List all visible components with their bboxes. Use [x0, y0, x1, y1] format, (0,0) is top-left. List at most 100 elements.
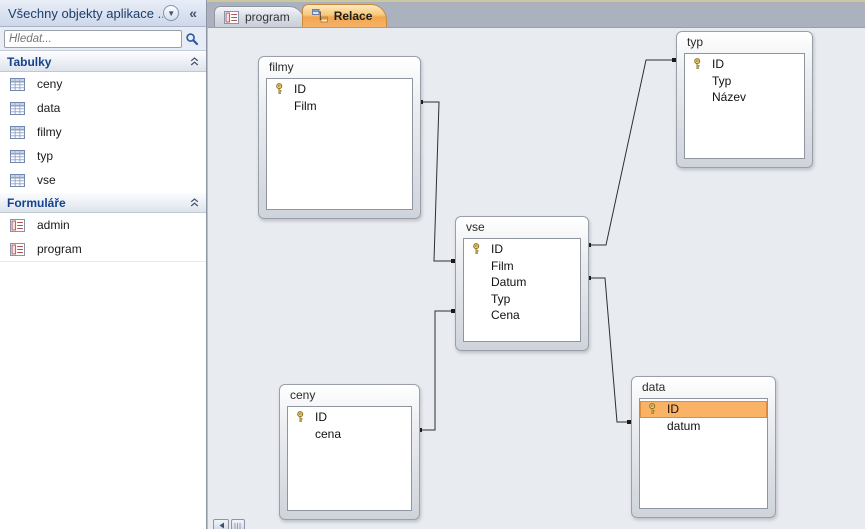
- field-row-cena[interactable]: cena: [288, 426, 411, 443]
- field-name: Datum: [491, 275, 526, 289]
- nav-pane-menu-button[interactable]: ▼: [163, 5, 179, 21]
- field-list: ID Film Datum Typ: [463, 238, 581, 342]
- key-icon: [294, 411, 307, 423]
- relationships-canvas[interactable]: filmy ID Film typ: [207, 27, 865, 529]
- field-row-film[interactable]: Film: [267, 98, 412, 115]
- field-row-id[interactable]: ID: [267, 81, 412, 98]
- form-icon: [10, 219, 25, 232]
- navigation-pane: Všechny objekty aplikace ... ▼ « Tabulky: [0, 0, 207, 529]
- table-box-filmy[interactable]: filmy ID Film: [258, 56, 421, 219]
- relationship-line-ceny-vse: [420, 311, 455, 430]
- table-box-ceny[interactable]: ceny ID cena: [279, 384, 420, 520]
- field-name: cena: [315, 427, 341, 441]
- field-name: Film: [491, 259, 514, 273]
- tab-label: program: [245, 10, 290, 24]
- field-list: ID datum: [639, 398, 768, 509]
- table-icon: [10, 174, 25, 187]
- table-icon: [10, 78, 25, 91]
- field-list: ID cena: [287, 406, 412, 511]
- sidebar-item-label: ceny: [37, 77, 62, 91]
- sidebar-item-data[interactable]: data: [0, 96, 206, 120]
- table-icon: [10, 102, 25, 115]
- field-list: ID Film: [266, 78, 413, 210]
- sidebar-item-label: data: [37, 101, 60, 115]
- field-row-datum[interactable]: Datum: [464, 274, 580, 291]
- nav-pane-empty-area: [0, 261, 206, 529]
- field-row-id-selected[interactable]: ID: [640, 401, 767, 418]
- tab-label: Relace: [334, 9, 373, 23]
- relationship-line-filmy-vse: [421, 102, 455, 261]
- group-label: Tabulky: [7, 55, 190, 69]
- field-name: Typ: [712, 74, 731, 88]
- search-bar: [0, 27, 206, 51]
- table-box-title[interactable]: ceny: [280, 385, 419, 404]
- sidebar-item-label: vse: [37, 173, 56, 187]
- field-name: datum: [667, 419, 700, 433]
- nav-pane-title: Všechny objekty aplikace ...: [8, 6, 163, 21]
- sidebar-item-program[interactable]: program: [0, 237, 206, 261]
- tab-relace[interactable]: Relace: [302, 4, 388, 27]
- document-tab-strip: program Relace: [207, 0, 865, 27]
- table-icon: [10, 126, 25, 139]
- field-name: Film: [294, 99, 317, 113]
- group-header-tabulky[interactable]: Tabulky: [0, 51, 206, 72]
- table-box-vse[interactable]: vse ID Film Datum: [455, 216, 589, 351]
- collapse-pane-button[interactable]: «: [185, 5, 201, 21]
- field-row-id[interactable]: ID: [288, 409, 411, 426]
- sidebar-item-label: filmy: [37, 125, 62, 139]
- relationship-line-typ-vse: [589, 60, 676, 245]
- table-box-title[interactable]: vse: [456, 217, 588, 236]
- table-icon: [10, 150, 25, 163]
- scrollbar-thumb[interactable]: [231, 519, 245, 529]
- field-row-datum[interactable]: datum: [640, 418, 767, 435]
- relationship-line-vse-data: [589, 278, 631, 422]
- group-label: Formuláře: [7, 196, 190, 210]
- chevrons-up-icon[interactable]: [190, 198, 199, 207]
- scroll-left-button[interactable]: [213, 519, 229, 529]
- tab-program[interactable]: program: [214, 6, 305, 27]
- field-name: ID: [712, 57, 724, 71]
- sidebar-item-vse[interactable]: vse: [0, 168, 206, 192]
- field-name: Název: [712, 90, 746, 104]
- nav-pane-header[interactable]: Všechny objekty aplikace ... ▼ «: [0, 0, 206, 27]
- field-row-film[interactable]: Film: [464, 258, 580, 275]
- form-icon: [224, 11, 239, 24]
- triangle-left-icon: [218, 522, 225, 529]
- horizontal-scrollbar[interactable]: [213, 519, 245, 529]
- field-row-id[interactable]: ID: [464, 241, 580, 258]
- field-list: ID Typ Název: [684, 53, 805, 159]
- table-box-title[interactable]: typ: [677, 32, 812, 51]
- sidebar-item-typ[interactable]: typ: [0, 144, 206, 168]
- field-name: Typ: [491, 292, 510, 306]
- sidebar-item-filmy[interactable]: filmy: [0, 120, 206, 144]
- field-row-typ[interactable]: Typ: [685, 73, 804, 90]
- sidebar-item-label: typ: [37, 149, 53, 163]
- chevron-down-icon: ▼: [167, 9, 175, 18]
- search-icon[interactable]: [182, 32, 202, 46]
- field-name: ID: [315, 410, 327, 424]
- field-row-nazev[interactable]: Název: [685, 89, 804, 106]
- field-row-cena[interactable]: Cena: [464, 307, 580, 324]
- sidebar-item-admin[interactable]: admin: [0, 213, 206, 237]
- field-name: ID: [294, 82, 306, 96]
- search-input[interactable]: [4, 30, 182, 48]
- group-header-formulare[interactable]: Formuláře: [0, 192, 206, 213]
- table-box-title[interactable]: data: [632, 377, 775, 396]
- sidebar-item-label: program: [37, 242, 82, 256]
- key-icon: [646, 403, 659, 415]
- grip-icon: [234, 523, 242, 529]
- table-box-data[interactable]: data ID datum: [631, 376, 776, 518]
- form-icon: [10, 243, 25, 256]
- sidebar-item-ceny[interactable]: ceny: [0, 72, 206, 96]
- field-row-id[interactable]: ID: [685, 56, 804, 73]
- key-icon: [691, 58, 704, 70]
- table-box-title[interactable]: filmy: [259, 57, 420, 76]
- relationships-icon: [312, 9, 328, 23]
- table-box-typ[interactable]: typ ID Typ Název: [676, 31, 813, 168]
- field-row-typ[interactable]: Typ: [464, 291, 580, 308]
- chevrons-up-icon[interactable]: [190, 57, 199, 66]
- field-name: ID: [667, 402, 679, 416]
- key-icon: [273, 83, 286, 95]
- key-icon: [470, 243, 483, 255]
- field-name: Cena: [491, 308, 520, 322]
